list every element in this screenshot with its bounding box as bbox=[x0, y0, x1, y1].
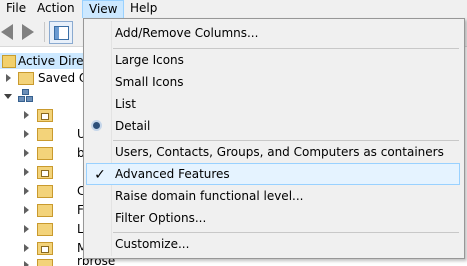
expand-arrow-icon[interactable] bbox=[24, 187, 29, 195]
menu-bar: File Action View Help bbox=[0, 0, 467, 19]
expand-arrow-icon[interactable] bbox=[24, 168, 29, 176]
folder-icon bbox=[37, 204, 53, 217]
tree-item-saved-queries[interactable]: Saved Queries bbox=[0, 69, 125, 87]
expand-arrow-icon[interactable] bbox=[24, 149, 29, 157]
tree-item-domain[interactable] bbox=[0, 87, 40, 105]
tree-item[interactable]: F bbox=[0, 201, 90, 219]
menu-item-label: Advanced Features bbox=[115, 167, 230, 181]
ou-folder-icon bbox=[37, 242, 53, 255]
directory-icon bbox=[2, 55, 16, 68]
view-menu-dropdown: Add/Remove Columns... Large Icons Small … bbox=[83, 18, 465, 259]
menu-item-label: List bbox=[115, 97, 136, 111]
folder-icon bbox=[37, 147, 53, 160]
folder-icon bbox=[37, 223, 53, 236]
menu-item-small-icons[interactable]: Small Icons bbox=[86, 71, 460, 93]
menu-item-label: Filter Options... bbox=[115, 211, 207, 225]
menu-item-filter-options[interactable]: Filter Options... bbox=[86, 207, 460, 229]
toolbar-separator bbox=[44, 22, 45, 42]
expand-arrow-icon[interactable] bbox=[24, 206, 29, 214]
menu-item-label: Detail bbox=[115, 119, 151, 133]
ou-folder-icon bbox=[37, 166, 53, 179]
tree-item[interactable] bbox=[0, 163, 90, 181]
folder-icon bbox=[37, 128, 53, 141]
collapse-arrow-icon[interactable] bbox=[4, 94, 12, 99]
expand-arrow-icon[interactable] bbox=[6, 74, 11, 82]
console-tree-icon bbox=[54, 26, 69, 40]
tree-item[interactable]: M bbox=[0, 239, 90, 257]
folder-icon bbox=[37, 185, 53, 198]
checkmark-icon: ✓ bbox=[94, 167, 106, 183]
menu-item-detail[interactable]: Detail bbox=[86, 115, 460, 137]
ou-folder-icon bbox=[37, 109, 53, 122]
forward-arrow-icon[interactable] bbox=[22, 24, 34, 40]
menu-file[interactable]: File bbox=[0, 0, 32, 17]
expand-arrow-icon[interactable] bbox=[24, 261, 29, 266]
expand-arrow-icon[interactable] bbox=[24, 111, 29, 119]
menu-item-label: Add/Remove Columns... bbox=[115, 26, 259, 40]
back-arrow-icon[interactable] bbox=[1, 24, 13, 40]
folder-icon bbox=[37, 259, 53, 266]
expand-arrow-icon[interactable] bbox=[24, 244, 29, 252]
menu-item-users-as-containers[interactable]: Users, Contacts, Groups, and Computers a… bbox=[86, 141, 460, 163]
show-hide-console-tree-button[interactable] bbox=[49, 21, 73, 44]
menu-item-advanced-features[interactable]: ✓ Advanced Features bbox=[86, 163, 460, 185]
menu-item-label: Customize... bbox=[115, 237, 190, 251]
radio-selected-icon bbox=[93, 122, 100, 129]
menu-item-raise-domain-level[interactable]: Raise domain functional level... bbox=[86, 185, 460, 207]
menu-item-add-remove-columns[interactable]: Add/Remove Columns... bbox=[86, 22, 460, 44]
menu-item-customize[interactable]: Customize... bbox=[86, 233, 460, 255]
menu-item-label: Raise domain functional level... bbox=[115, 189, 304, 203]
menu-item-label: Users, Contacts, Groups, and Computers a… bbox=[115, 145, 444, 159]
menu-item-list[interactable]: List bbox=[86, 93, 460, 115]
menu-view[interactable]: View bbox=[82, 0, 125, 19]
tree-item[interactable]: L bbox=[0, 220, 90, 238]
menu-action[interactable]: Action bbox=[31, 0, 81, 17]
expand-arrow-icon[interactable] bbox=[24, 225, 29, 233]
tree-item[interactable]: U bbox=[0, 125, 90, 143]
folder-icon bbox=[18, 72, 34, 85]
domain-icon bbox=[18, 89, 33, 102]
tree-item[interactable]: b bbox=[0, 144, 90, 162]
tree-item[interactable] bbox=[0, 106, 70, 124]
expand-arrow-icon[interactable] bbox=[24, 130, 29, 138]
menu-item-large-icons[interactable]: Large Icons bbox=[86, 49, 460, 71]
menu-help[interactable]: Help bbox=[124, 0, 163, 17]
tree-item[interactable]: C bbox=[0, 182, 90, 200]
menu-item-label: Small Icons bbox=[115, 75, 184, 89]
menu-item-label: Large Icons bbox=[115, 53, 184, 67]
